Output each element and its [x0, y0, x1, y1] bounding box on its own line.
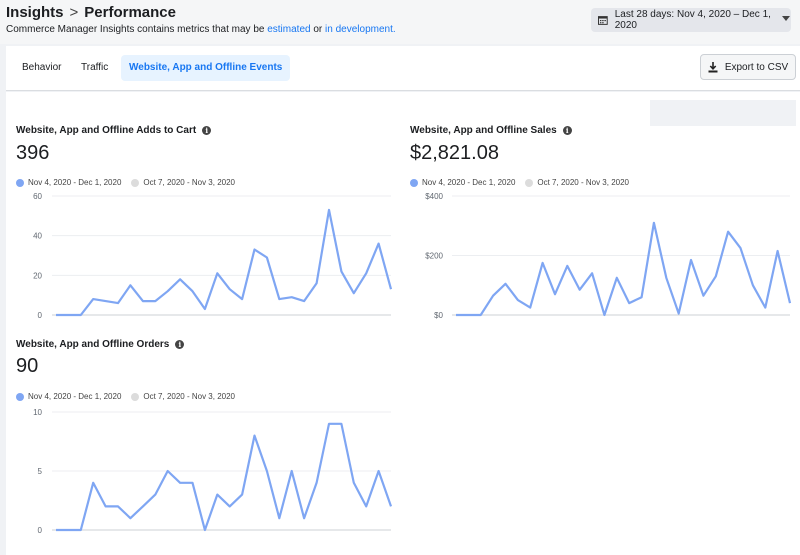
- date-range-label: Last 28 days: Nov 4, 2020 – Dec 1, 2020: [614, 9, 771, 31]
- sales-value: $2,821.08: [410, 142, 499, 164]
- export-csv-label: Export to CSV: [724, 61, 789, 73]
- y-tick-label: 0: [38, 311, 43, 320]
- y-tick-label: 10: [33, 408, 42, 417]
- y-tick-label: 0: [38, 526, 43, 535]
- tab-traffic[interactable]: Traffic: [73, 55, 116, 81]
- orders-legend: Nov 4, 2020 - Dec 1, 2020 Oct 7, 2020 - …: [16, 392, 245, 401]
- legend-previous: Oct 7, 2020 - Nov 3, 2020: [131, 392, 235, 401]
- legend-previous-label: Oct 7, 2020 - Nov 3, 2020: [143, 178, 235, 187]
- tab-behavior[interactable]: Behavior: [14, 55, 69, 81]
- legend-current-label: Nov 4, 2020 - Dec 1, 2020: [28, 392, 122, 401]
- calendar-icon: [598, 16, 608, 25]
- legend-current-label: Nov 4, 2020 - Dec 1, 2020: [28, 178, 122, 187]
- tab-website-app-offline-events[interactable]: Website, App and Offline Events: [121, 55, 291, 81]
- legend-current-swatch: [410, 178, 418, 187]
- main-content: Website, App and Offline Adds to Cart i …: [6, 92, 800, 555]
- series-line: [456, 221, 792, 317]
- page-title: Performance: [84, 4, 176, 21]
- legend-previous-swatch: [131, 392, 140, 401]
- legend-previous-swatch: [131, 178, 140, 187]
- series-line: [56, 208, 393, 317]
- info-icon[interactable]: i: [175, 340, 185, 349]
- orders-title: Website, App and Offline Orders: [16, 339, 170, 350]
- legend-current-label: Nov 4, 2020 - Dec 1, 2020: [422, 178, 516, 187]
- date-range-picker[interactable]: Last 28 days: Nov 4, 2020 – Dec 1, 2020: [591, 8, 791, 32]
- orders-chart: 0 5 10: [33, 408, 393, 535]
- sales-title: Website, App and Offline Sales: [410, 125, 557, 136]
- legend-current-swatch: [16, 392, 24, 401]
- breadcrumb: Insights > Performance: [6, 4, 176, 21]
- legend-previous-label: Oct 7, 2020 - Nov 3, 2020: [143, 392, 235, 401]
- sales-title-row: Website, App and Offline Sales i: [410, 125, 572, 136]
- adds-to-cart-chart: 0 20 40 60: [33, 192, 393, 320]
- download-icon: [708, 61, 718, 72]
- caret-down-icon: [782, 16, 790, 21]
- legend-current: Nov 4, 2020 - Dec 1, 2020: [410, 178, 515, 187]
- legend-previous-label: Oct 7, 2020 - Nov 3, 2020: [537, 178, 629, 187]
- placeholder-block: [650, 100, 796, 126]
- sales-legend: Nov 4, 2020 - Dec 1, 2020 Oct 7, 2020 - …: [410, 178, 639, 187]
- series-line: [56, 422, 393, 532]
- legend-current: Nov 4, 2020 - Dec 1, 2020: [16, 392, 121, 401]
- legend-previous-swatch: [525, 178, 534, 187]
- y-tick-label: $200: [425, 252, 443, 261]
- in-development-link[interactable]: in development.: [325, 24, 396, 35]
- page-header: Insights > Performance Commerce Manager …: [0, 0, 800, 44]
- subtitle-text: Commerce Manager Insights contains metri…: [6, 24, 265, 35]
- export-csv-button[interactable]: Export to CSV: [700, 54, 796, 80]
- breadcrumb-insights[interactable]: Insights: [6, 4, 64, 21]
- sales-chart: $0 $200 $400: [425, 192, 792, 320]
- legend-current: Nov 4, 2020 - Dec 1, 2020: [16, 178, 121, 187]
- adds-to-cart-title-row: Website, App and Offline Adds to Cart i: [16, 125, 212, 136]
- legend-current-swatch: [16, 178, 24, 187]
- chevron-right-icon: >: [69, 4, 79, 21]
- page-subtitle: Commerce Manager Insights contains metri…: [6, 24, 396, 35]
- y-tick-label: 20: [33, 271, 42, 280]
- info-icon[interactable]: i: [202, 126, 212, 135]
- y-tick-label: 40: [33, 232, 42, 241]
- orders-title-row: Website, App and Offline Orders i: [16, 339, 185, 350]
- orders-value: 90: [16, 355, 39, 377]
- y-tick-label: $0: [434, 311, 443, 320]
- adds-to-cart-title: Website, App and Offline Adds to Cart: [16, 125, 197, 136]
- legend-previous: Oct 7, 2020 - Nov 3, 2020: [131, 178, 235, 187]
- subtitle-or: or: [313, 24, 323, 35]
- y-tick-label: $400: [425, 192, 443, 201]
- y-tick-label: 60: [33, 192, 42, 201]
- adds-to-cart-legend: Nov 4, 2020 - Dec 1, 2020 Oct 7, 2020 - …: [16, 178, 245, 187]
- tab-bar: Behavior Traffic Website, App and Offlin…: [6, 46, 800, 91]
- legend-previous: Oct 7, 2020 - Nov 3, 2020: [525, 178, 629, 187]
- adds-to-cart-value: 396: [16, 142, 50, 164]
- info-icon[interactable]: i: [562, 126, 572, 135]
- y-tick-label: 5: [38, 467, 43, 476]
- estimated-link[interactable]: estimated: [267, 24, 310, 35]
